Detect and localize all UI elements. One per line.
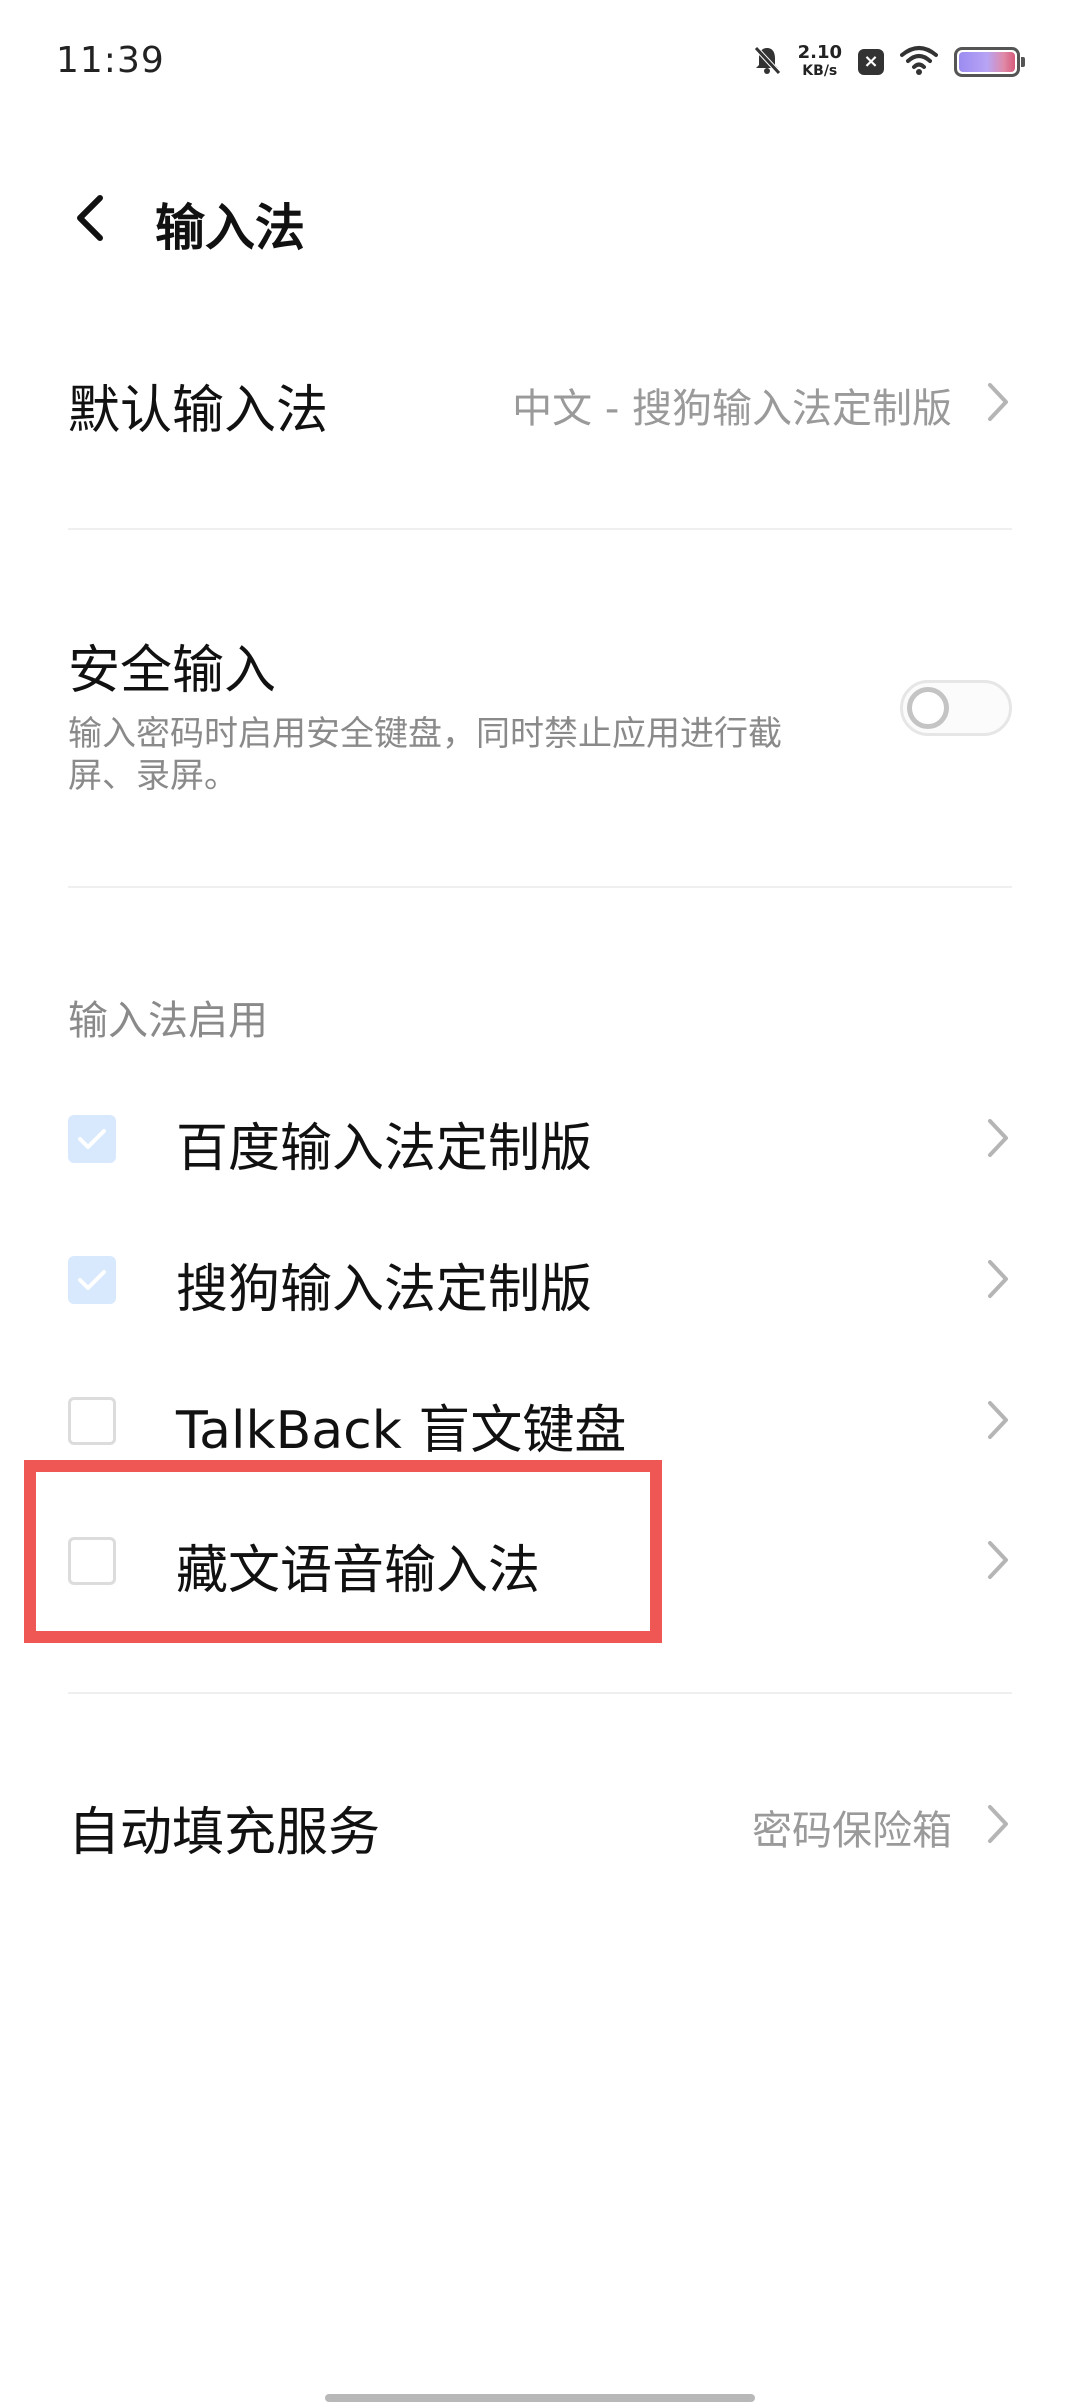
- ime-item-label: TalkBack 盲文键盘: [176, 1401, 627, 1461]
- chevron-right-icon: [984, 1257, 1012, 1301]
- autofill-row[interactable]: 自动填充服务 密码保险箱: [68, 1790, 1012, 1890]
- status-bar: 11:39 2.10 KB/s ×: [0, 0, 1080, 130]
- divider: [68, 1692, 1012, 1694]
- check-icon: [78, 1129, 106, 1149]
- checkbox-checked[interactable]: [68, 1115, 116, 1163]
- chevron-right-icon: [984, 1398, 1012, 1442]
- network-speed: 2.10 KB/s: [798, 44, 842, 80]
- chevron-right-icon: [984, 1116, 1012, 1160]
- secure-input-subtitle: 输入密码时启用安全键盘，同时禁止应用进行截屏、录屏。: [68, 714, 782, 796]
- check-icon: [78, 1270, 106, 1290]
- status-icons: 2.10 KB/s ×: [752, 40, 1025, 84]
- network-speed-unit: KB/s: [802, 63, 838, 79]
- default-ime-row[interactable]: 默认输入法 中文 - 搜狗输入法定制版: [68, 368, 1012, 468]
- chevron-right-icon: [984, 380, 1012, 424]
- sim-x-icon: ×: [858, 49, 884, 75]
- page-title: 输入法: [155, 199, 305, 257]
- status-time: 11:39: [56, 40, 165, 81]
- network-speed-value: 2.10: [797, 42, 842, 63]
- divider: [68, 886, 1012, 888]
- highlight-box: [24, 1460, 662, 1643]
- chevron-left-icon: [77, 195, 103, 241]
- chevron-right-icon: [984, 1538, 1012, 1582]
- wifi-icon: [900, 45, 938, 79]
- default-ime-value: 中文 - 搜狗输入法定制版: [512, 386, 952, 432]
- autofill-value: 密码保险箱: [752, 1808, 952, 1854]
- ime-item-sogou[interactable]: 搜狗输入法定制版: [68, 1209, 1012, 1349]
- battery-icon: [954, 47, 1025, 77]
- ime-item-label: 百度输入法定制版: [176, 1119, 593, 1179]
- checkbox-unchecked[interactable]: [68, 1397, 116, 1445]
- home-indicator[interactable]: [325, 2394, 755, 2402]
- toggle-knob: [907, 687, 949, 729]
- mute-icon: [752, 44, 782, 80]
- checkbox-checked[interactable]: [68, 1256, 116, 1304]
- divider: [68, 528, 1012, 530]
- secure-input-toggle[interactable]: [900, 680, 1012, 736]
- chevron-right-icon: [984, 1802, 1012, 1846]
- back-button[interactable]: [60, 188, 120, 248]
- header: 输入法: [0, 170, 1080, 270]
- section-label: 输入法启用: [68, 998, 268, 1044]
- secure-input-title: 安全输入: [68, 641, 277, 701]
- secure-input-row: 安全输入 输入密码时启用安全键盘，同时禁止应用进行截屏、录屏。: [68, 628, 1012, 798]
- ime-item-label: 搜狗输入法定制版: [176, 1260, 593, 1320]
- ime-item-baidu[interactable]: 百度输入法定制版: [68, 1068, 1012, 1208]
